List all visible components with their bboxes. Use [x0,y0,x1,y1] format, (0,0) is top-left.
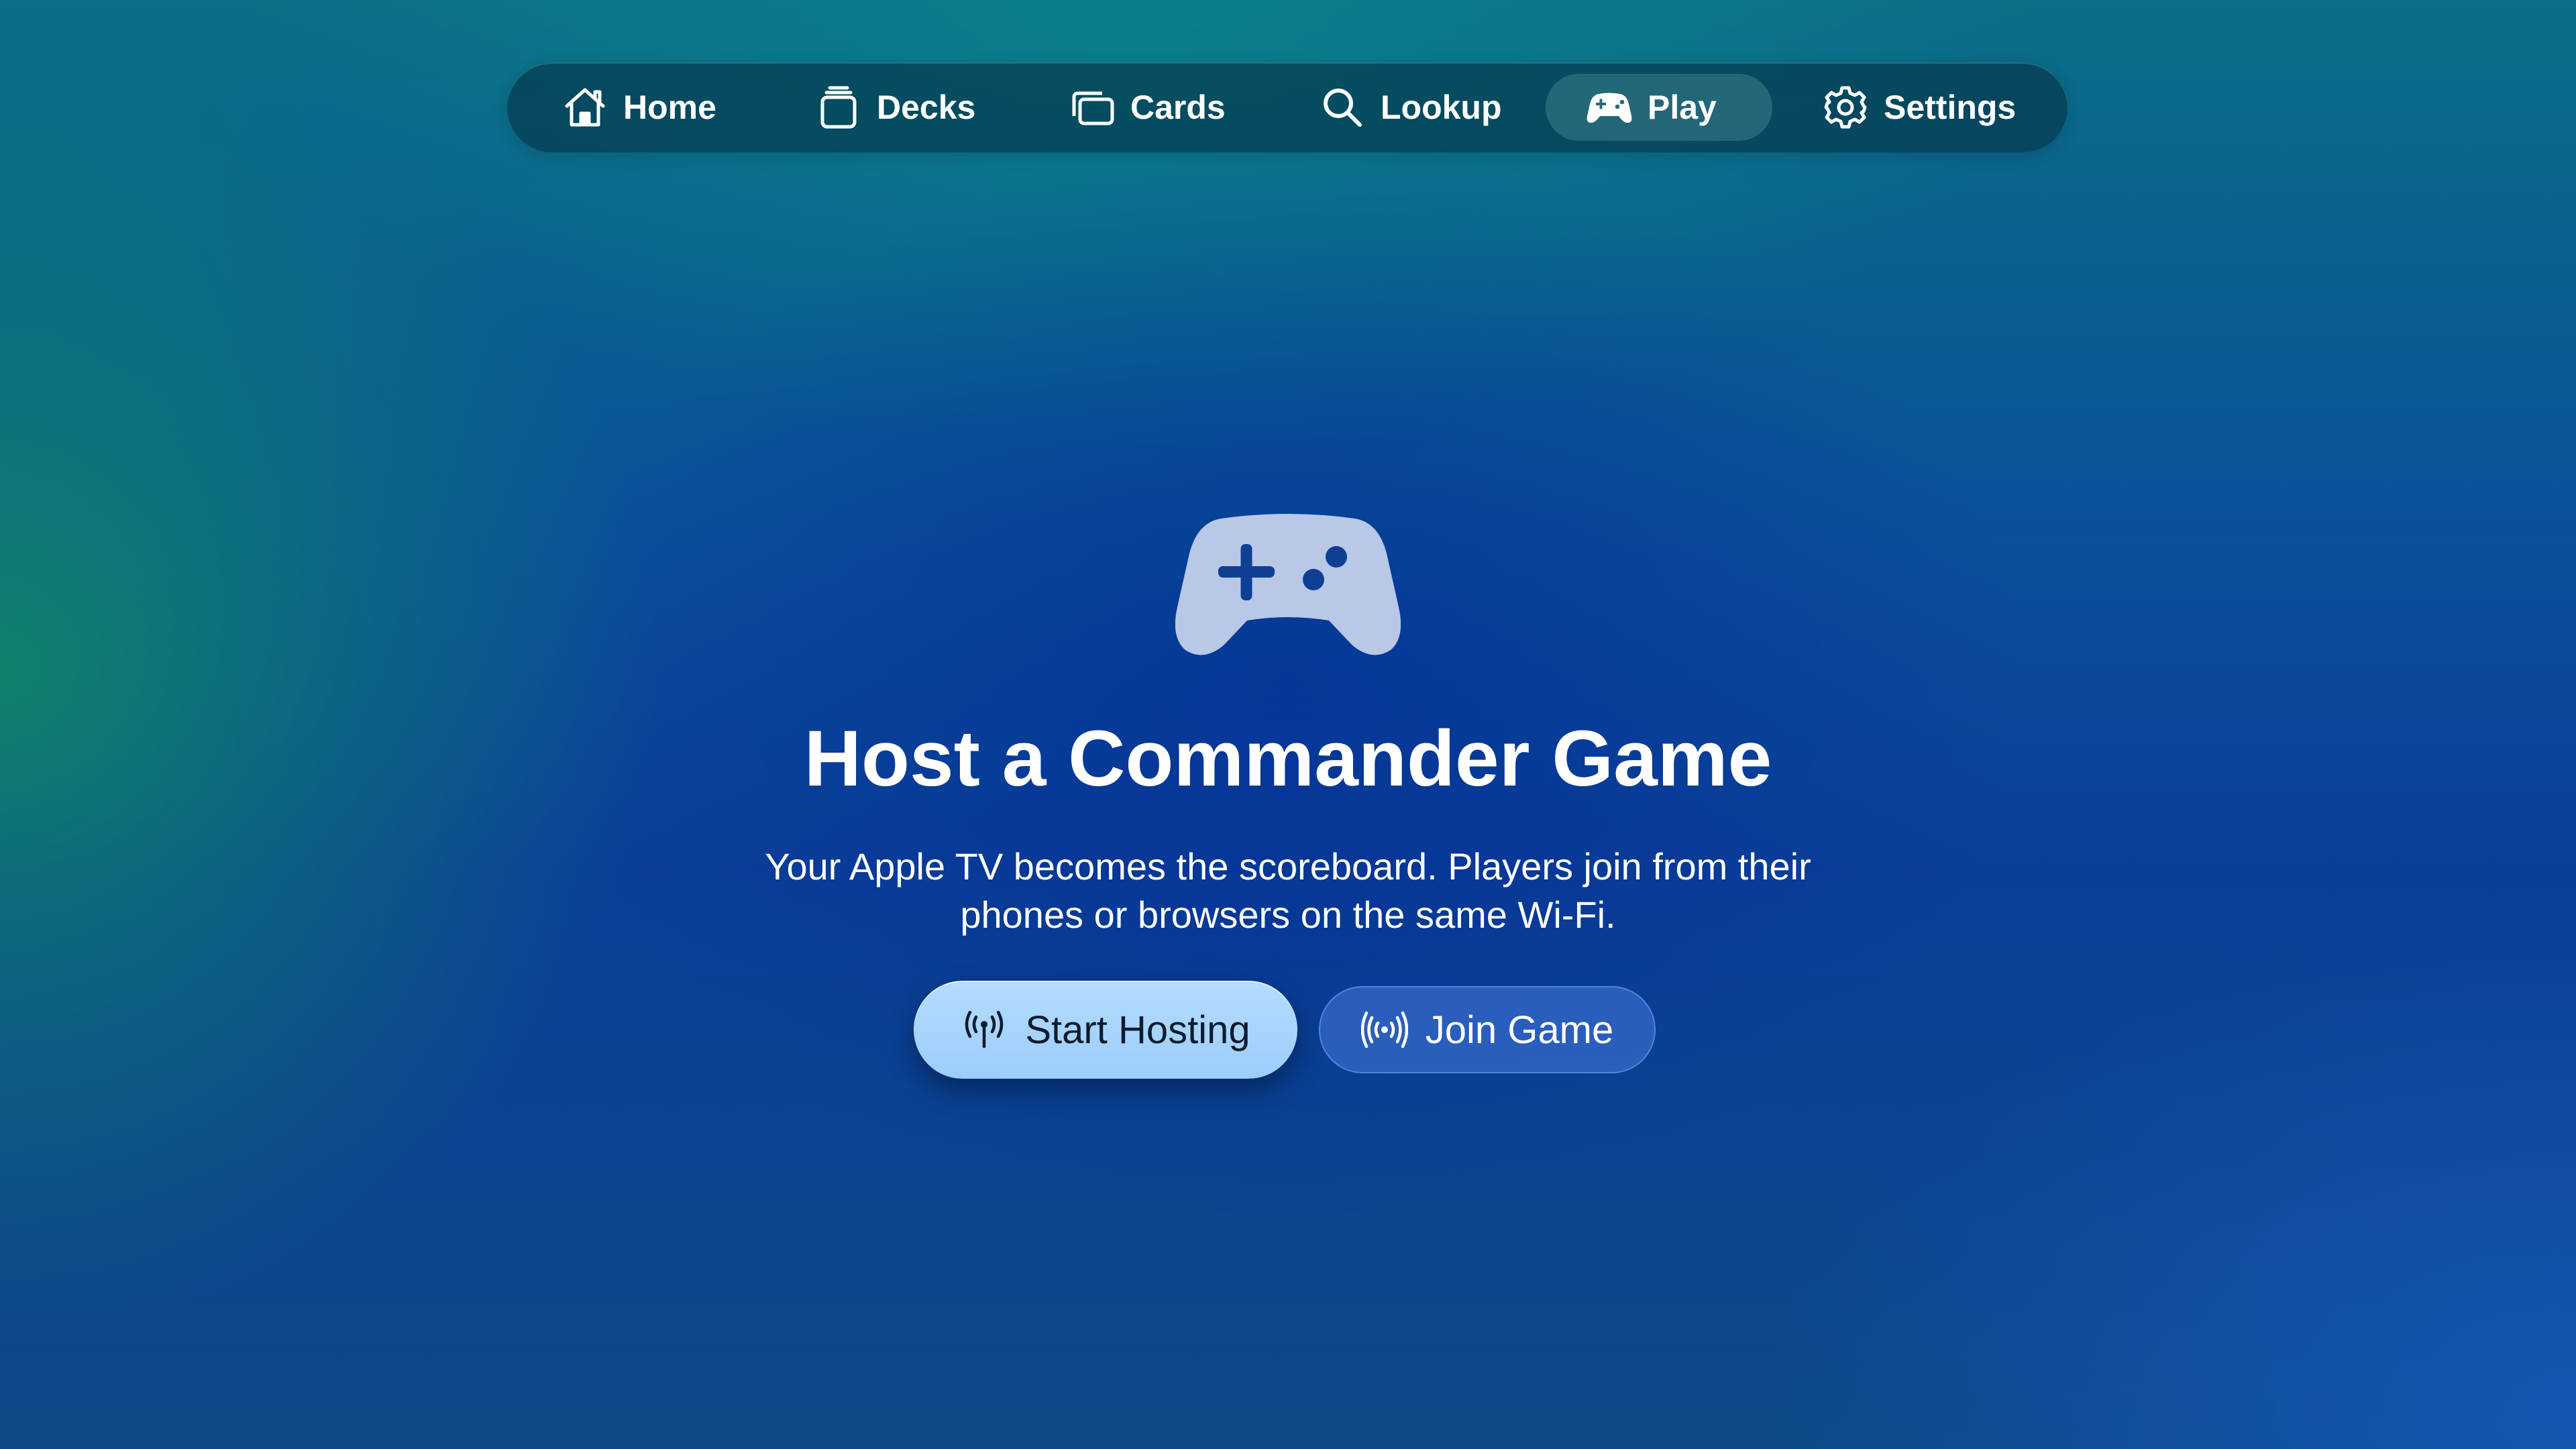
start-hosting-button[interactable]: Start Hosting [914,981,1297,1079]
antenna-broadcast-icon [961,1006,1008,1053]
nav-item-play[interactable]: Play [1546,74,1772,141]
nav-item-settings[interactable]: Settings [1822,74,2016,141]
join-game-button[interactable]: Join Game [1319,986,1656,1073]
game-controller-icon [1171,513,1405,661]
wireless-waves-icon [1360,1006,1408,1053]
magnifying-glass-icon [1319,84,1366,131]
nav-item-label: Cards [1130,89,1226,126]
page-subtitle: Your Apple TV becomes the scoreboard. Pl… [765,845,1811,936]
nav-item-label: Play [1648,89,1717,126]
game-controller-icon [1586,84,1633,131]
nav-item-label: Decks [877,89,976,126]
stacked-cards-icon [815,84,862,131]
nav-item-label: Home [623,89,716,126]
nav-item-label: Lookup [1381,89,1502,126]
nav-item-decks[interactable]: Decks [815,74,975,141]
nav-item-home[interactable]: Home [561,74,716,141]
start-hosting-label: Start Hosting [1025,1008,1250,1052]
gear-icon [1822,84,1869,131]
top-navigation-bar: Home Decks Cards Lookup Play Settings [507,62,2068,152]
house-icon [561,84,608,131]
nav-item-cards[interactable]: Cards [1069,74,1226,141]
two-cards-icon [1069,84,1116,131]
page-title: Host a Commander Game [804,714,1772,803]
nav-item-lookup[interactable]: Lookup [1319,74,1502,141]
nav-item-label: Settings [1884,89,2017,126]
join-game-label: Join Game [1425,1008,1614,1052]
